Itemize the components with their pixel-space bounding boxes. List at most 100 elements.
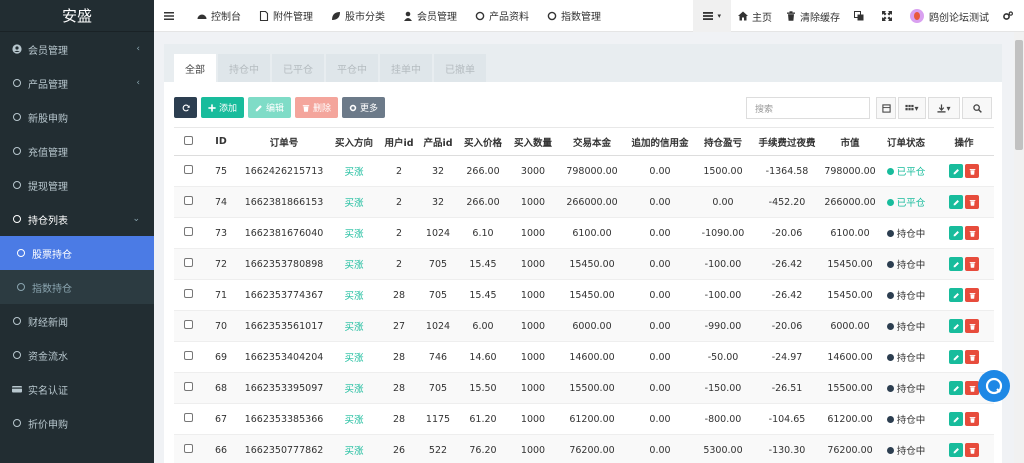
top-nav-link[interactable]: 产品资料: [466, 0, 538, 32]
sidebar-item[interactable]: 产品管理 ‹: [0, 66, 154, 100]
column-header[interactable]: 市值: [822, 127, 878, 156]
column-header[interactable]: 订单号: [240, 127, 328, 156]
sidebar-item[interactable]: 折价申购: [0, 406, 154, 440]
column-header[interactable]: 手续费过夜费: [752, 127, 822, 156]
status-tab[interactable]: 已撤单: [434, 54, 486, 82]
sidebar-item[interactable]: 会员管理 ‹: [0, 32, 154, 66]
scrollbar-thumb[interactable]: [1015, 40, 1023, 150]
column-header[interactable]: 交易本金: [558, 127, 626, 156]
edit-button[interactable]: 编辑: [248, 97, 292, 118]
row-checkbox[interactable]: [183, 165, 193, 174]
row-checkbox[interactable]: [183, 351, 193, 360]
row-delete-button[interactable]: [965, 257, 979, 271]
sidebar-item-label: 充值管理: [28, 147, 68, 159]
row-delete-button[interactable]: [965, 350, 979, 364]
column-header[interactable]: 用户id: [380, 127, 418, 156]
column-header[interactable]: ID: [202, 127, 240, 156]
row-delete-button[interactable]: [965, 226, 979, 240]
row-delete-button[interactable]: [965, 288, 979, 302]
table-cell: -1090.00: [694, 217, 752, 249]
top-nav-link[interactable]: 股市分类: [322, 0, 394, 32]
select-all-checkbox[interactable]: [183, 135, 193, 145]
translate-button[interactable]: [847, 0, 875, 32]
sidebar-item[interactable]: 提现管理: [0, 168, 154, 202]
column-header[interactable]: 订单状态: [878, 127, 934, 156]
status-tab[interactable]: 平仓中: [326, 54, 378, 82]
row-delete-button[interactable]: [965, 195, 979, 209]
row-edit-button[interactable]: [949, 226, 963, 240]
avatar: [910, 9, 924, 23]
row-checkbox[interactable]: [183, 289, 193, 298]
sidebar-item[interactable]: 股票持仓: [0, 236, 154, 270]
row-checkbox[interactable]: [183, 444, 193, 453]
row-edit-button[interactable]: [949, 195, 963, 209]
row-delete-button[interactable]: [965, 381, 979, 395]
sidebar-item[interactable]: 实名认证: [0, 372, 154, 406]
row-checkbox[interactable]: [183, 258, 193, 267]
home-link[interactable]: 主页: [731, 0, 779, 32]
top-nav-link[interactable]: 控制台: [188, 0, 250, 32]
row-checkbox[interactable]: [183, 227, 193, 236]
export-dropdown[interactable]: ▾: [928, 97, 960, 119]
column-header[interactable]: 买入数量: [508, 127, 558, 156]
row-delete-button[interactable]: [965, 164, 979, 178]
row-checkbox[interactable]: [183, 382, 193, 391]
top-nav-link[interactable]: 会员管理: [394, 0, 466, 32]
clear-cache-button[interactable]: 清除缓存: [779, 0, 847, 32]
row-edit-button[interactable]: [949, 288, 963, 302]
status-tab[interactable]: 已平仓: [272, 54, 324, 82]
status-tab[interactable]: 持仓中: [218, 54, 270, 82]
top-nav-link[interactable]: 附件管理: [250, 0, 322, 32]
row-select-cell: [174, 434, 202, 463]
advanced-search-button[interactable]: [962, 97, 992, 119]
column-header[interactable]: 买入价格: [458, 127, 508, 156]
sidebar-item[interactable]: 持仓列表 ⌄: [0, 202, 154, 236]
status-tab[interactable]: 挂单中: [380, 54, 432, 82]
search-input[interactable]: 搜索: [746, 97, 870, 119]
table-cell: 1662353404204: [240, 341, 328, 373]
column-header[interactable]: 持仓盈亏: [694, 127, 752, 156]
leaf-icon: [331, 11, 345, 21]
column-header[interactable]: 产品id: [418, 127, 458, 156]
columns-dropdown[interactable]: ▾: [898, 97, 926, 119]
row-edit-button[interactable]: [949, 257, 963, 271]
row-edit-button[interactable]: [949, 381, 963, 395]
settings-button[interactable]: [996, 0, 1024, 32]
row-edit-button[interactable]: [949, 164, 963, 178]
toggle-view-button[interactable]: [876, 97, 896, 119]
row-edit-button[interactable]: [949, 350, 963, 364]
column-header[interactable]: 追加的信用金: [626, 127, 694, 156]
row-edit-button[interactable]: [949, 319, 963, 333]
sidebar-item[interactable]: 指数持仓: [0, 270, 154, 304]
table-cell: 0.00: [626, 310, 694, 342]
row-edit-button[interactable]: [949, 443, 963, 457]
row-checkbox[interactable]: [183, 413, 193, 422]
row-delete-button[interactable]: [965, 412, 979, 426]
refresh-button[interactable]: [174, 97, 197, 118]
sidebar-item[interactable]: 财经新闻: [0, 304, 154, 338]
status-badge: 持仓中: [886, 257, 926, 271]
fullscreen-button[interactable]: [875, 0, 903, 32]
sidebar-item[interactable]: 资金流水: [0, 338, 154, 372]
multiplex-dropdown[interactable]: ▾: [693, 0, 731, 32]
sidebar-item[interactable]: 充值管理: [0, 134, 154, 168]
row-checkbox[interactable]: [183, 196, 193, 205]
delete-button[interactable]: 删除: [295, 97, 339, 118]
column-header[interactable]: 买入方向: [328, 127, 380, 156]
chat-widget-button[interactable]: [978, 370, 1010, 402]
page-scrollbar[interactable]: [1014, 32, 1024, 463]
row-delete-button[interactable]: [965, 443, 979, 457]
row-checkbox[interactable]: [183, 320, 193, 329]
row-delete-button[interactable]: [965, 319, 979, 333]
more-button[interactable]: 更多: [342, 97, 386, 118]
status-text: 持仓中: [896, 260, 926, 271]
sidebar-item[interactable]: 新股申购: [0, 100, 154, 134]
add-button[interactable]: 添加: [201, 97, 245, 118]
status-badge: 持仓中: [886, 288, 925, 302]
menu-toggle-button[interactable]: [154, 0, 188, 32]
user-menu[interactable]: 鸥创论坛测试: [903, 0, 996, 32]
table-cell: 2: [380, 248, 418, 280]
row-edit-button[interactable]: [949, 412, 963, 426]
status-tab[interactable]: 全部: [174, 54, 216, 82]
top-nav-link[interactable]: 指数管理: [538, 0, 610, 32]
